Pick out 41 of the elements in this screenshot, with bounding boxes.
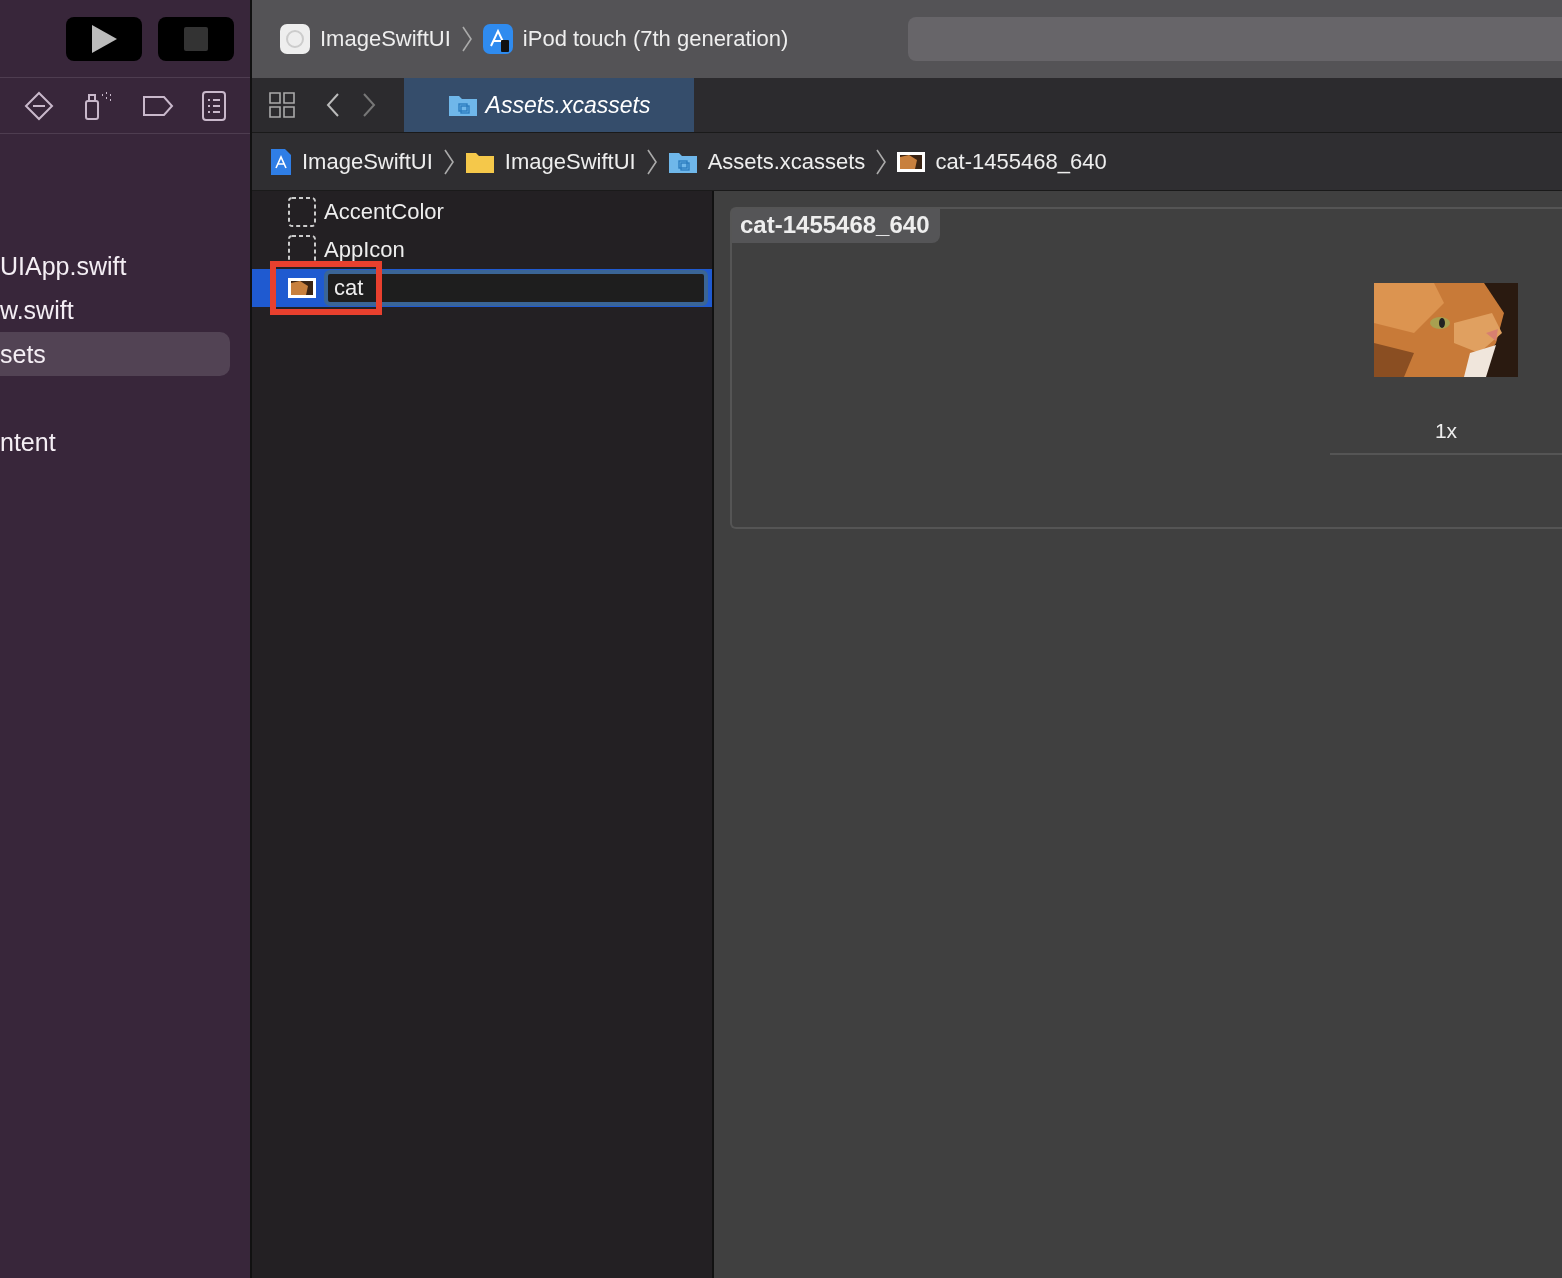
spray-icon: [82, 90, 114, 121]
jump-bar-item[interactable]: ImageSwiftUI: [302, 148, 433, 175]
device-name[interactable]: iPod touch (7th generation): [522, 26, 789, 52]
tab-label: Assets.xcassets: [485, 91, 651, 119]
asset-name: AccentColor: [324, 199, 444, 225]
empty-slot-icon: [288, 197, 316, 227]
play-icon: [90, 23, 118, 54]
editor-tab[interactable]: Assets.xcassets: [404, 78, 694, 132]
asset-row[interactable]: AccentColor: [252, 193, 712, 231]
diamond-minus-icon: [24, 90, 54, 121]
stop-icon: [184, 26, 208, 51]
chevron-icon: [645, 147, 658, 176]
scale-label: 1x: [1434, 419, 1458, 443]
forward-icon: [362, 92, 376, 118]
jump-bar-item[interactable]: cat-1455468_640: [935, 148, 1107, 175]
image-thumbnail-icon: [288, 278, 316, 298]
chevron-icon: [875, 147, 888, 176]
image-set-title: cat-1455468_640: [732, 209, 940, 243]
image-thumbnail-icon: [897, 151, 926, 172]
project-file-icon: [270, 147, 292, 176]
asset-row[interactable]: AppIcon: [252, 231, 712, 269]
grid-icon: [268, 91, 296, 119]
asset-row[interactable]: cat: [252, 269, 712, 307]
navigator-item[interactable]: UIApp.swift: [0, 244, 230, 288]
app-icon: [280, 24, 310, 54]
navigator-item[interactable]: w.swift: [0, 288, 230, 332]
scheme-name[interactable]: ImageSwiftUI: [320, 26, 451, 52]
folder-icon: [447, 93, 478, 117]
navigator-item[interactable]: sets: [0, 332, 230, 376]
chevron-icon: [460, 25, 473, 53]
chevron-icon: [442, 147, 455, 176]
asset-name: AppIcon: [324, 237, 405, 263]
device-icon: [482, 24, 513, 54]
tag-icon: [142, 93, 174, 118]
navigator-item[interactable]: ntent: [0, 420, 230, 464]
jump-bar-item[interactable]: Assets.xcassets: [707, 148, 866, 175]
back-icon: [326, 92, 340, 118]
run-button[interactable]: [66, 16, 142, 61]
jump-bar-item[interactable]: ImageSwiftUI: [504, 148, 636, 175]
rename-field[interactable]: cat: [324, 270, 708, 306]
list-icon: [202, 90, 226, 121]
